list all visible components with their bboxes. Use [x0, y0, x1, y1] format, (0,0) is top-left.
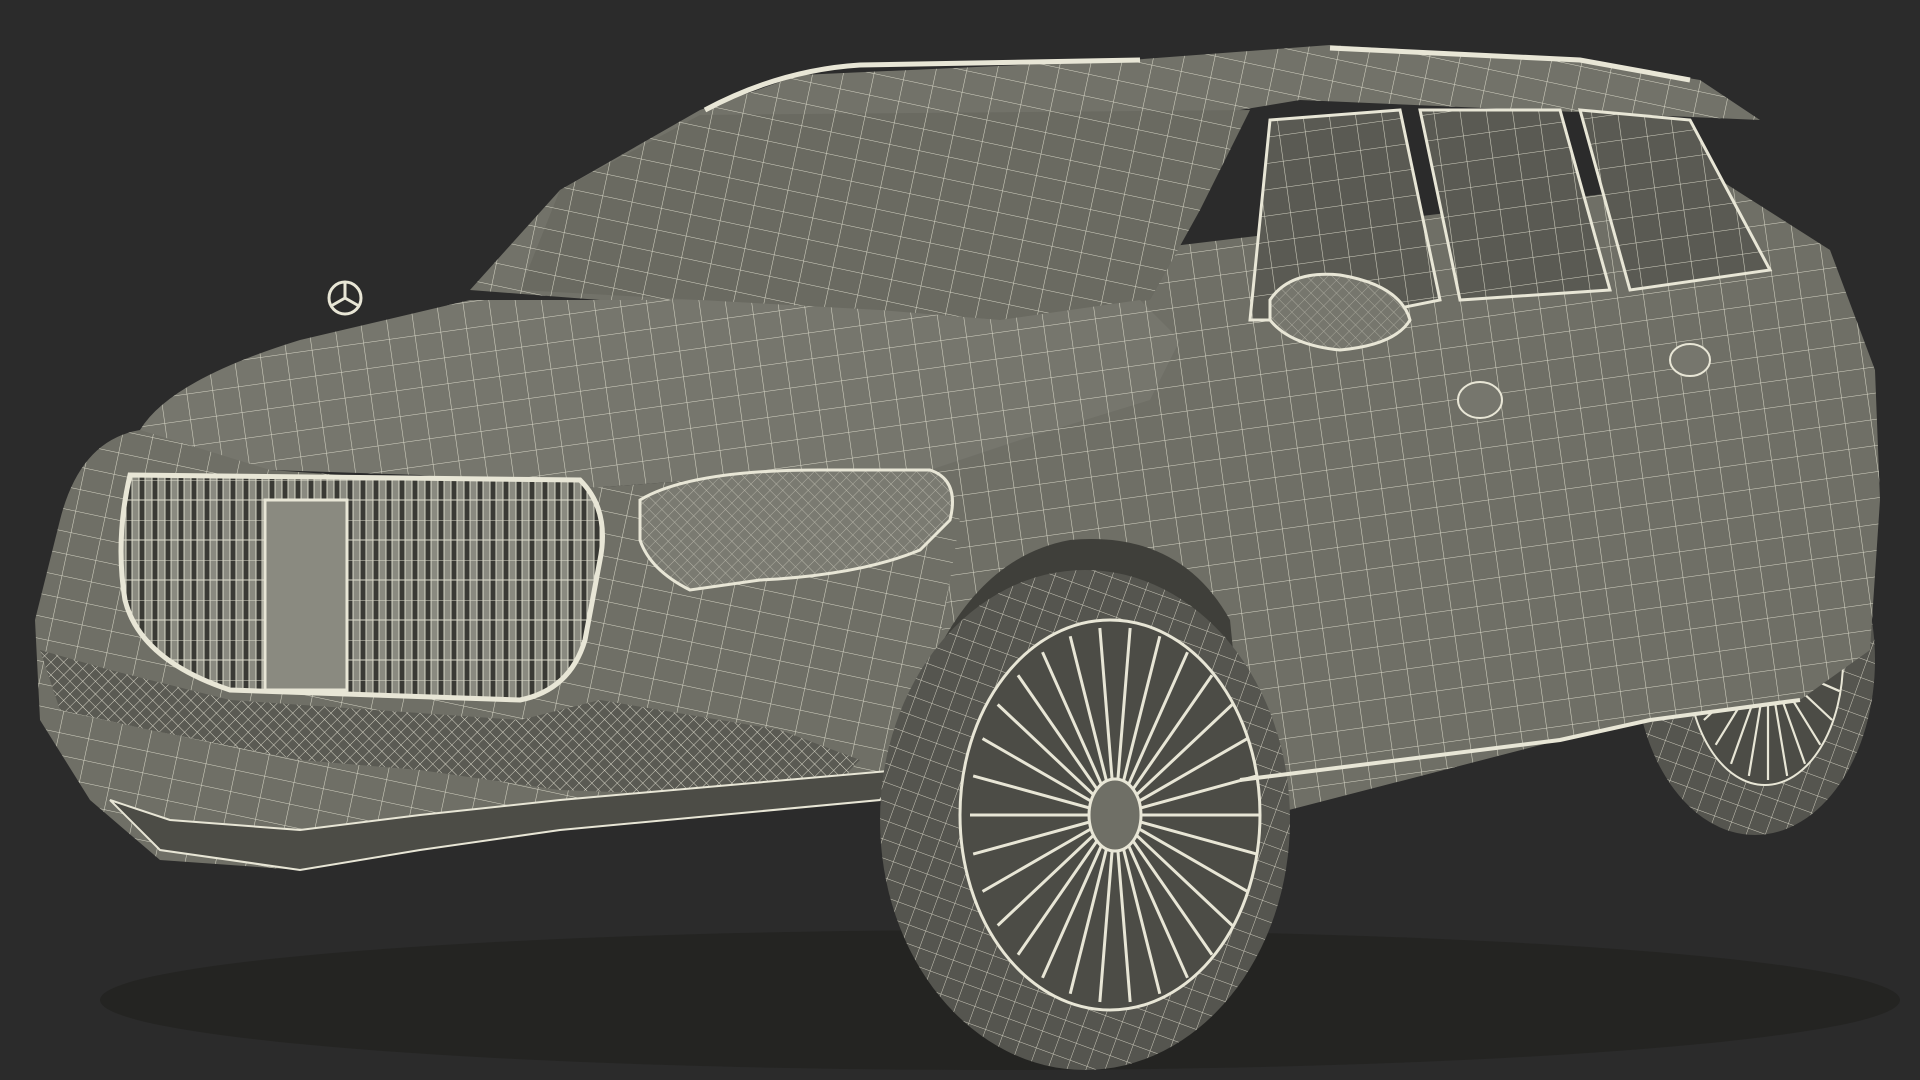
front-wheel — [880, 570, 1290, 1070]
grille-center-plate — [263, 498, 349, 692]
door-handle-rear — [1669, 343, 1711, 377]
render-viewport — [0, 0, 1920, 1080]
door-handle-front — [1457, 381, 1503, 419]
front-grille — [118, 472, 605, 703]
suv-wireframe-svg — [35, 45, 1900, 1070]
three-pointed-star-emblem-icon — [327, 280, 363, 316]
